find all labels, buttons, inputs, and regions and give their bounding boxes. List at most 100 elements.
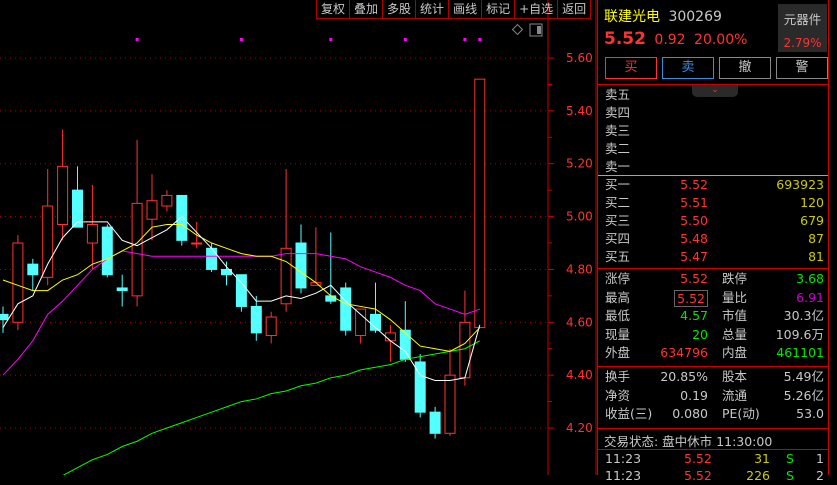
candle-body [176, 194, 188, 241]
event-marker[interactable] [239, 38, 243, 41]
candle-body [340, 287, 352, 331]
toolbar-button-2[interactable]: 多股 [383, 0, 417, 18]
event-marker[interactable] [329, 38, 333, 41]
fundamental-row: 收益(三) 0.080 PE(动) 53.0 [598, 405, 828, 423]
toolbar-button-1[interactable]: 叠加 [350, 0, 384, 18]
sell-button[interactable]: 卖 [662, 57, 714, 79]
stock-title: 联建光电 300269 [604, 6, 722, 26]
fundamental-value: 5.26亿 [783, 387, 824, 403]
candle-body [12, 242, 24, 323]
candle[interactable] [12, 235, 24, 331]
stat-label: 最高 [605, 289, 631, 305]
order-price: 5.48 [680, 231, 708, 246]
stat-value: 4.57 [680, 308, 708, 323]
candle-body [57, 165, 69, 226]
cancel-button[interactable]: 撤 [719, 57, 771, 79]
price-change-pct: 20.00% [694, 32, 748, 48]
sector-badge[interactable]: 元器件 2.79% [778, 4, 827, 52]
candle[interactable] [235, 274, 247, 312]
toolbar-button-7[interactable]: 返回 [558, 0, 592, 18]
trade-status: 交易状态: 盘中休市 11:30:00 [604, 434, 773, 449]
order-label: 卖一 [605, 159, 631, 174]
price-line: 5.52 0.92 20.00% [604, 29, 747, 49]
candle[interactable] [295, 224, 307, 294]
fundamental-value: 0.080 [672, 406, 708, 421]
stat-label: 最低 [605, 308, 631, 323]
stat-label: 外盘 [605, 345, 631, 360]
candle[interactable] [161, 190, 173, 212]
tick-count: 1 [816, 451, 824, 466]
y-tick-label: 4.80 [566, 262, 593, 276]
order-price: 5.52 [680, 177, 708, 192]
buy-button[interactable]: 买 [605, 57, 657, 79]
order-label: 卖三 [605, 123, 631, 138]
candle[interactable] [414, 354, 426, 418]
last-price: 5.52 [604, 29, 646, 49]
stats-row: 现量 20 总量 109.6万 [598, 326, 828, 344]
fundamental-row: 换手 20.85% 股本 5.49亿 [598, 368, 828, 386]
toolbar-button-6[interactable]: +自选 [515, 0, 559, 18]
diamond-icon[interactable] [511, 23, 524, 36]
toolbar-button-5[interactable]: 标记 [482, 0, 516, 18]
candle[interactable] [280, 169, 292, 312]
candle[interactable] [221, 261, 232, 286]
fundamental-value: 0.19 [680, 387, 708, 403]
sell-order-row: 卖三 [598, 122, 828, 140]
buy-order-row: 买一 5.52 693923 [598, 176, 828, 194]
kline-chart[interactable]: 5.60 5.40 5.20 5.00 4.80 4.60 4.40 4.20 [0, 0, 597, 475]
event-marker[interactable] [463, 38, 467, 41]
candle-body [474, 78, 486, 329]
candle[interactable] [0, 306, 9, 333]
stats-row: 外盘 634796 内盘 461101 [598, 344, 828, 362]
stat-label: 内盘 [722, 345, 748, 360]
candle[interactable] [42, 169, 54, 286]
candle-body [191, 242, 203, 245]
order-label: 买一 [605, 177, 631, 192]
candle[interactable] [131, 139, 143, 307]
candle-body [295, 242, 307, 289]
stock-name: 联建光电 [604, 9, 660, 25]
order-volume: 81 [808, 249, 824, 264]
stat-label: 量比 [722, 289, 748, 305]
fundamental-label: 净资 [605, 387, 631, 403]
event-marker[interactable] [135, 38, 139, 41]
stat-value: 3.68 [796, 271, 824, 286]
candle[interactable] [399, 301, 411, 362]
tick-row: 11:23 5.52 31 S 1 [598, 450, 828, 468]
candle[interactable] [370, 282, 381, 333]
event-marker[interactable] [478, 38, 482, 41]
candle-body [206, 247, 218, 270]
candle-body [131, 202, 143, 297]
candle[interactable] [57, 129, 69, 241]
candle[interactable] [459, 290, 471, 386]
toolbar-button-0[interactable]: 复权 [317, 0, 351, 18]
fundamental-label: 股本 [722, 369, 748, 384]
candle[interactable] [340, 282, 352, 336]
candle[interactable] [101, 224, 113, 278]
candle[interactable] [265, 311, 277, 344]
candle[interactable] [429, 406, 441, 439]
stats-row: 涨停 5.52 跌停 3.68 [598, 270, 828, 288]
fundamental-row: 净资 0.19 流通 5.26亿 [598, 387, 828, 405]
candle[interactable] [86, 184, 98, 270]
candle[interactable] [206, 243, 218, 273]
candle[interactable] [72, 166, 83, 228]
candle-body [444, 374, 456, 434]
candle[interactable] [116, 274, 128, 307]
toolbar-button-4[interactable]: 画线 [449, 0, 483, 18]
stat-label: 跌停 [722, 271, 748, 286]
toolbar-button-3[interactable]: 统计 [416, 0, 450, 18]
candle-body [399, 329, 411, 360]
tick-time: 11:23 [605, 451, 642, 466]
tick-time: 11:23 [605, 468, 642, 483]
candle-body [459, 321, 471, 379]
alert-button[interactable]: 警 [776, 57, 828, 79]
stat-label: 现量 [605, 326, 631, 342]
candle[interactable] [27, 258, 39, 291]
candle[interactable] [474, 78, 486, 329]
candle[interactable] [250, 295, 262, 341]
candle[interactable] [444, 348, 456, 436]
event-marker[interactable] [403, 38, 407, 41]
candle[interactable] [310, 227, 322, 286]
sell-order-row: 卖五 [598, 86, 828, 104]
